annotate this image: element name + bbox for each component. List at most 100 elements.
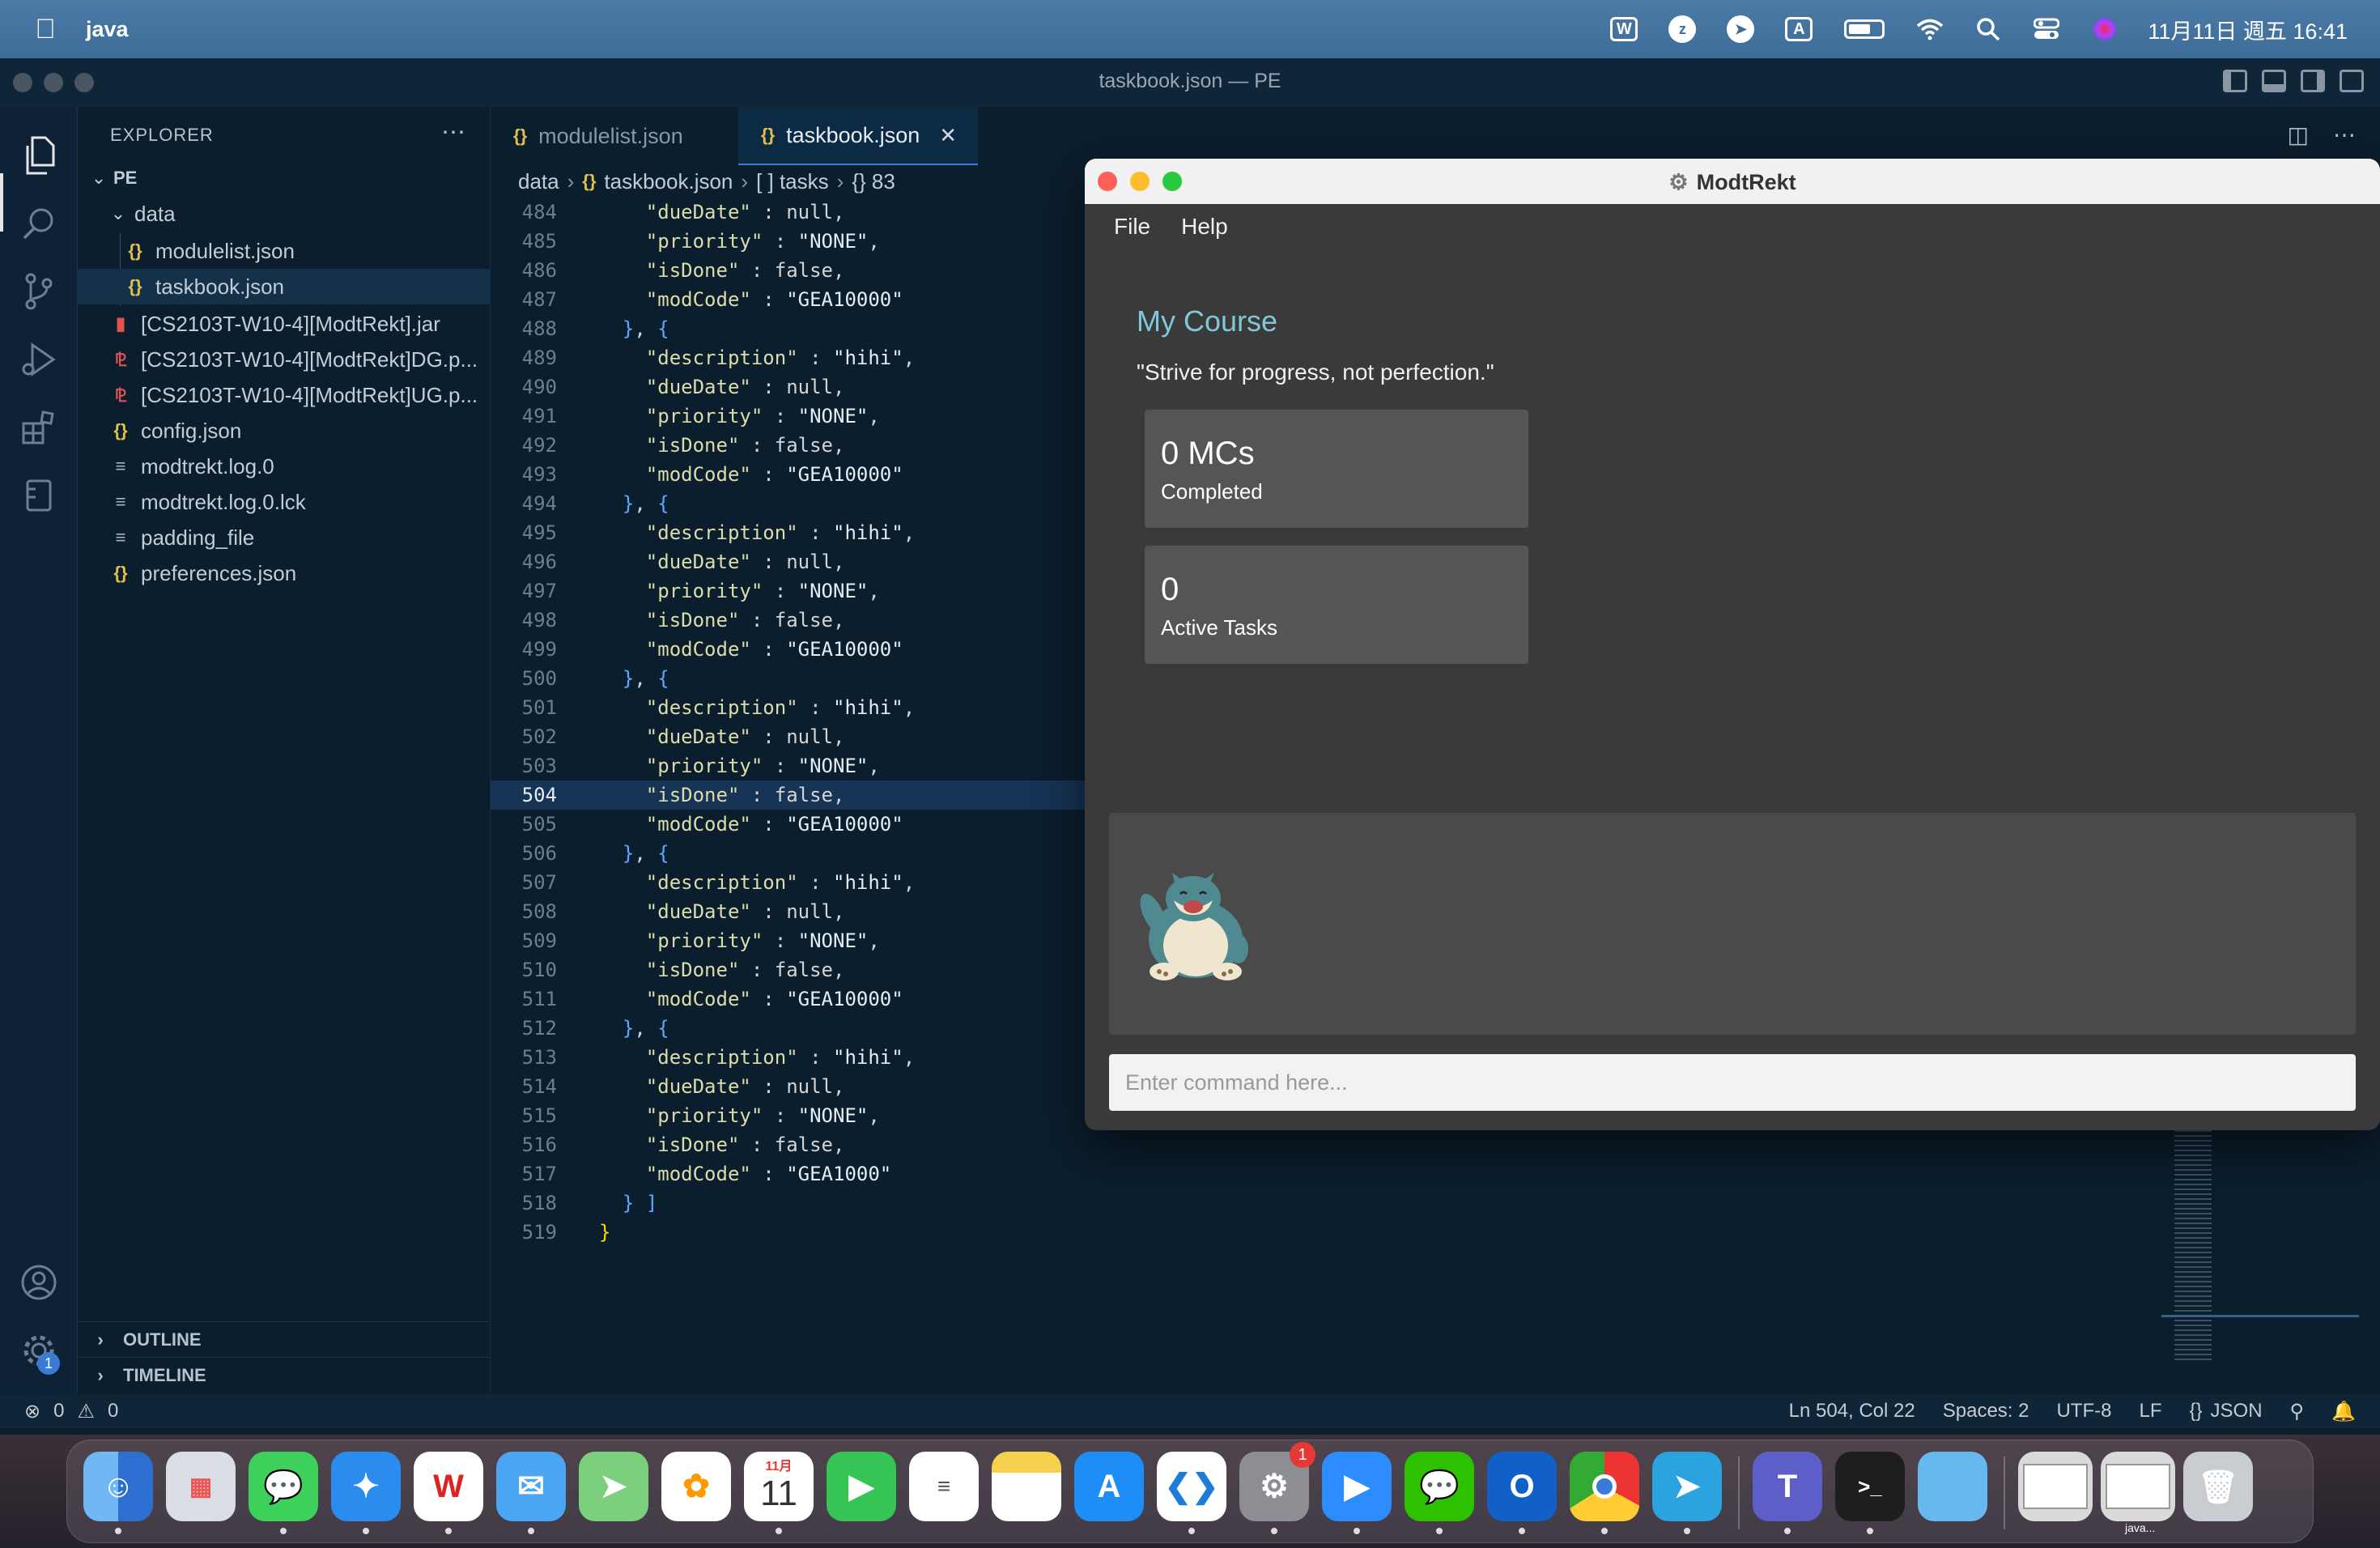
outline-section[interactable]: › OUTLINE (78, 1321, 491, 1357)
tab-taskbook[interactable]: {} taskbook.json ✕ (738, 107, 978, 165)
tree-item-padding[interactable]: ≡ padding_file (78, 520, 491, 555)
tree-item-log[interactable]: ≡ modtrekt.log.0 (78, 449, 491, 484)
code-line[interactable]: 490 "dueDate" : null, (491, 372, 1085, 402)
code-line[interactable]: 501 "description" : "hihi", (491, 693, 1085, 722)
dock-reminders-icon[interactable]: ≡ (909, 1452, 979, 1521)
dock-photos-icon[interactable]: ✿ (661, 1452, 731, 1521)
code-line[interactable]: 506 }, { (491, 839, 1085, 868)
dock-vscode-icon[interactable]: ❮❯ (1157, 1452, 1226, 1521)
menu-file[interactable]: File (1114, 214, 1150, 240)
code-line[interactable]: 485 "priority" : "NONE", (491, 227, 1085, 256)
code-line[interactable]: 515 "priority" : "NONE", (491, 1101, 1085, 1130)
siri-icon[interactable] (2089, 14, 2120, 45)
accounts-icon[interactable] (15, 1258, 63, 1307)
code-line[interactable]: 500 }, { (491, 664, 1085, 693)
command-input[interactable] (1109, 1054, 2356, 1111)
minimap[interactable] (2174, 1127, 2212, 1362)
tree-item-jar[interactable]: ▮ [CS2103T-W10-4][ModtRekt].jar (78, 306, 491, 342)
encoding-status[interactable]: UTF-8 (2056, 1400, 2111, 1423)
code-line[interactable]: 503 "priority" : "NONE", (491, 751, 1085, 780)
code-line[interactable]: 513 "description" : "hihi", (491, 1043, 1085, 1072)
dock-chrome-icon[interactable] (1570, 1452, 1639, 1521)
code-line[interactable]: 509 "priority" : "NONE", (491, 926, 1085, 955)
code-editor[interactable]: 484 "dueDate" : null, 485 "priority" : "N… (491, 198, 1085, 1394)
input-method-icon[interactable]: A (1783, 14, 1814, 45)
code-line[interactable]: 508 "dueDate" : null, (491, 897, 1085, 926)
active-app-name[interactable]: java (86, 17, 129, 42)
cursor-position[interactable]: Ln 504, Col 22 (1789, 1400, 1915, 1423)
tab-modulelist[interactable]: {} modulelist.json (491, 107, 738, 165)
tree-item-dg-pdf[interactable]: ⅊ [CS2103T-W10-4][ModtRekt]DG.p... (78, 342, 491, 377)
code-line[interactable]: 498 "isDone" : false, (491, 606, 1085, 635)
code-line[interactable]: 491 "priority" : "NONE", (491, 402, 1085, 431)
menu-bar-clock[interactable]: 11月11日 週五 16:41 (2148, 14, 2348, 45)
dock-wechat-icon[interactable]: 💬 (1405, 1452, 1474, 1521)
tree-root-folder[interactable]: ⌄ PE (78, 160, 491, 196)
code-line[interactable]: 486 "isDone" : false, (491, 256, 1085, 285)
dock-terminal-icon[interactable]: >_ (1835, 1452, 1905, 1521)
dock-wps-office-icon[interactable]: W (414, 1452, 483, 1521)
more-actions-icon[interactable]: ⋯ (441, 118, 465, 147)
more-actions-icon[interactable]: ⋯ (2333, 121, 2356, 148)
breadcrumb-item[interactable]: {} 83 (852, 169, 895, 194)
zoom-icon[interactable]: z (1667, 14, 1698, 45)
dock-messages-icon[interactable]: 💬 (249, 1452, 318, 1521)
code-line[interactable]: 499 "modCode" : "GEA10000" (491, 635, 1085, 664)
run-debug-icon[interactable] (15, 335, 63, 384)
minimap-slider[interactable] (2161, 1315, 2359, 1317)
toggle-secondary-sidebar-icon[interactable] (2301, 70, 2325, 92)
toggle-panel-icon[interactable] (2262, 70, 2286, 92)
breadcrumb-item[interactable]: taskbook.json (604, 169, 733, 194)
telegram-icon[interactable]: ➤ (1725, 14, 1756, 45)
code-line[interactable]: 493 "modCode" : "GEA10000" (491, 460, 1085, 489)
code-line[interactable]: 484 "dueDate" : null, (491, 198, 1085, 227)
dock-java-window-icon[interactable] (2101, 1452, 2175, 1521)
tree-item-config[interactable]: {} config.json (78, 413, 491, 449)
code-line[interactable]: 519} (491, 1218, 1085, 1247)
dock-app-store-icon[interactable]: A (1074, 1452, 1144, 1521)
dock-safari-icon[interactable]: ✦ (331, 1452, 401, 1521)
dock-maps-icon[interactable]: ➤ (579, 1452, 648, 1521)
code-line[interactable]: 492 "isDone" : false, (491, 431, 1085, 460)
code-line[interactable]: 496 "dueDate" : null, (491, 547, 1085, 576)
dock-zoom-icon[interactable]: ▶ (1322, 1452, 1392, 1521)
code-line[interactable]: 489 "description" : "hihi", (491, 343, 1085, 372)
toggle-primary-sidebar-icon[interactable] (2223, 70, 2247, 92)
remote-explorer-icon[interactable] (15, 471, 63, 520)
breadcrumb-item[interactable]: data (518, 169, 559, 194)
tree-folder-data[interactable]: ⌄ data (78, 196, 491, 232)
dock-folder-icon[interactable] (1918, 1452, 1987, 1521)
code-line[interactable]: 512 }, { (491, 1014, 1085, 1043)
code-line[interactable]: 494 }, { (491, 489, 1085, 518)
tree-item-preferences[interactable]: {} preferences.json (78, 555, 491, 591)
source-control-icon[interactable] (15, 267, 63, 316)
dock-teams-icon[interactable]: T (1753, 1452, 1822, 1521)
code-line[interactable]: 488 }, { (491, 314, 1085, 343)
code-line[interactable]: 518 } ] (491, 1189, 1085, 1218)
dock-outlook-icon[interactable]: O (1487, 1452, 1557, 1521)
extensions-icon[interactable] (15, 403, 63, 452)
eol-status[interactable]: LF (2139, 1400, 2161, 1423)
code-line[interactable]: 517 "modCode" : "GEA1000" (491, 1159, 1085, 1189)
dock-launchpad-icon[interactable]: ▦ (166, 1452, 236, 1521)
wps-icon[interactable]: W (1609, 14, 1639, 45)
search-icon[interactable] (15, 199, 63, 248)
dock-facetime-icon[interactable]: ▶ (827, 1452, 896, 1521)
customize-layout-icon[interactable] (2340, 70, 2364, 92)
explorer-icon[interactable] (15, 131, 63, 180)
code-line[interactable]: 514 "dueDate" : null, (491, 1072, 1085, 1101)
code-line[interactable]: 505 "modCode" : "GEA10000" (491, 810, 1085, 839)
feedback-icon[interactable]: ⚲ (2290, 1400, 2305, 1423)
indentation-status[interactable]: Spaces: 2 (1943, 1400, 2029, 1423)
code-line[interactable]: 510 "isDone" : false, (491, 955, 1085, 985)
code-line[interactable]: 497 "priority" : "NONE", (491, 576, 1085, 606)
dock-mail-icon[interactable]: ✉ (496, 1452, 566, 1521)
spotlight-icon[interactable] (1973, 14, 2004, 45)
breadcrumb-item[interactable]: [ ] tasks (756, 169, 829, 194)
tree-item-modulelist[interactable]: {} modulelist.json (78, 233, 491, 269)
tree-item-ug-pdf[interactable]: ⅊ [CS2103T-W10-4][ModtRekt]UG.p... (78, 377, 491, 413)
dock-trash-icon[interactable]: 🗑 (2183, 1452, 2253, 1521)
tree-item-log-lck[interactable]: ≡ modtrekt.log.0.lck (78, 484, 491, 520)
split-editor-icon[interactable]: ◫ (2288, 121, 2309, 148)
code-line[interactable]: 504 "isDone" : false, (491, 780, 1085, 810)
